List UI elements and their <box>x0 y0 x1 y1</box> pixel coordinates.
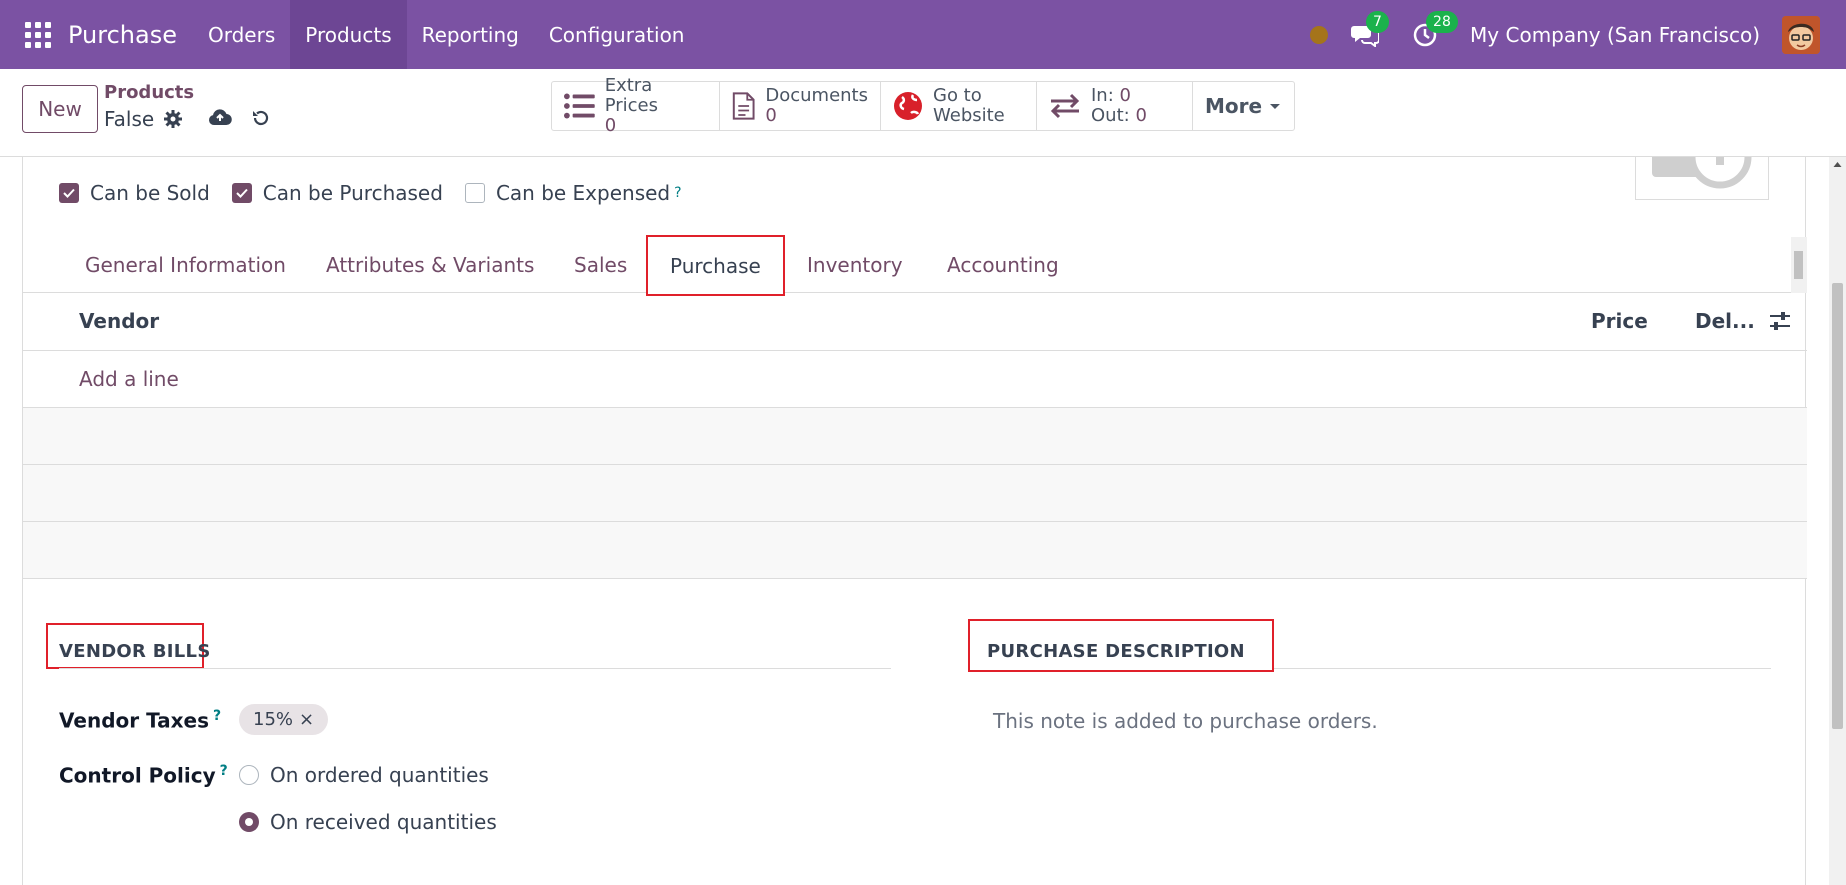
smart-buttons: Extra Prices 0 Documents 0 Go to Website In… <box>551 76 1295 136</box>
menu-configuration[interactable]: Configuration <box>534 0 700 69</box>
policy-ordered-label: On ordered quantities <box>270 763 489 787</box>
column-price[interactable]: Price <box>1591 309 1648 333</box>
vendor-tax-tag: 15% × <box>239 704 329 735</box>
can-be-sold-label: Can be Sold <box>90 181 210 205</box>
form-sheet: Can be Sold Can be Purchased Can be Expe… <box>22 157 1807 885</box>
extra-prices-label: Extra Prices <box>604 75 659 116</box>
extra-prices-button[interactable]: Extra Prices 0 <box>552 76 720 136</box>
table-row <box>23 522 1807 579</box>
product-options: Can be Sold Can be Purchased Can be Expe… <box>59 181 704 205</box>
tax-tag-label: 15% <box>253 709 294 730</box>
camera-placeholder-icon <box>1652 157 1752 189</box>
can-be-expensed-label: Can be Expensed <box>495 181 671 205</box>
can-be-sold-checkbox[interactable]: Can be Sold <box>59 181 210 205</box>
table-header: Vendor Price Del... <box>23 293 1807 351</box>
extra-prices-count: 0 <box>604 115 617 136</box>
tab-inventory[interactable]: Inventory <box>807 237 903 293</box>
policy-received-label: On received quantities <box>270 810 497 834</box>
in-out-moves-button[interactable]: In: 0 Out: 0 <box>1037 82 1193 130</box>
website-label-line1: Go to <box>933 85 982 106</box>
can-be-purchased-checkbox[interactable]: Can be Purchased <box>231 181 443 205</box>
more-button[interactable]: More <box>1193 82 1294 130</box>
divider <box>59 668 891 669</box>
website-label-line2: Website <box>933 105 1005 126</box>
vendor-pricelist-table: Vendor Price Del... Add a line <box>23 293 1807 579</box>
presence-status-icon[interactable] <box>1310 25 1329 44</box>
help-tooltip-icon[interactable]: ? <box>213 708 221 724</box>
remove-tag-icon[interactable]: × <box>299 709 314 730</box>
divider <box>1274 668 1771 669</box>
discard-icon[interactable] <box>251 108 271 128</box>
apps-grid-icon[interactable] <box>23 20 53 50</box>
product-image[interactable] <box>1635 157 1769 200</box>
tab-accounting[interactable]: Accounting <box>947 237 1059 293</box>
vendor-taxes-label: Vendor Taxes? <box>59 708 222 733</box>
table-row <box>23 408 1807 465</box>
policy-ordered-radio[interactable]: On ordered quantities <box>239 763 489 787</box>
company-switcher[interactable]: My Company (San Francisco) <box>1470 23 1760 47</box>
menu-reporting[interactable]: Reporting <box>407 0 534 69</box>
cloud-save-icon[interactable] <box>208 108 232 128</box>
tab-attributes-variants[interactable]: Attributes & Variants <box>326 237 534 293</box>
purchase-description-field[interactable]: This note is added to purchase orders. <box>993 709 1378 733</box>
notebook-tabs <box>23 237 1807 293</box>
tab-sales[interactable]: Sales <box>574 237 627 293</box>
activities-button[interactable]: 28 <box>1410 10 1458 50</box>
tab-general-information[interactable]: General Information <box>85 237 286 293</box>
control-policy-label: Control Policy? <box>59 763 228 788</box>
go-to-website-button[interactable]: Go to Website <box>881 82 1037 130</box>
tab-purchase[interactable]: Purchase <box>646 235 785 296</box>
tabs-scrollbar[interactable] <box>1791 237 1807 293</box>
column-delivery[interactable]: Del... <box>1695 309 1755 333</box>
documents-button[interactable]: Documents 0 <box>720 82 881 130</box>
globe-icon <box>894 92 922 120</box>
new-button[interactable]: New <box>22 85 98 133</box>
control-panel: New Products False Extra Prices 0 Documen… <box>0 69 1846 157</box>
scroll-up-arrow-icon[interactable] <box>1829 159 1846 171</box>
table-row: Add a line <box>23 351 1807 408</box>
in-count: 0 <box>1119 85 1131 106</box>
column-vendor[interactable]: Vendor <box>79 309 159 333</box>
messages-button[interactable]: 7 <box>1350 10 1389 50</box>
exchange-arrows-icon <box>1050 93 1080 119</box>
user-avatar[interactable] <box>1782 15 1820 54</box>
purchase-description-title: PURCHASE DESCRIPTION <box>987 641 1245 662</box>
checkbox-unchecked-icon <box>464 183 485 203</box>
list-icon <box>564 93 595 119</box>
out-count: 0 <box>1135 105 1147 126</box>
gear-icon[interactable] <box>163 109 183 129</box>
optional-columns-icon[interactable] <box>1769 311 1791 331</box>
in-label: In: <box>1091 85 1114 106</box>
documents-count: 0 <box>765 105 777 126</box>
breadcrumb-products[interactable]: Products <box>104 82 194 103</box>
top-navbar: Purchase Orders Products Reporting Confi… <box>0 0 1846 69</box>
radio-unselected-icon <box>239 765 259 785</box>
add-a-line-button[interactable]: Add a line <box>79 367 179 391</box>
vendor-bills-title: VENDOR BILLS <box>59 641 211 662</box>
policy-received-radio[interactable]: On received quantities <box>239 810 497 834</box>
documents-label: Documents <box>765 85 868 106</box>
radio-selected-icon <box>239 812 259 832</box>
activities-count-badge: 28 <box>1426 10 1458 33</box>
out-label: Out: <box>1091 105 1130 126</box>
help-tooltip-icon[interactable]: ? <box>220 763 228 779</box>
page-scrollbar[interactable] <box>1829 157 1846 885</box>
breadcrumb-current-record: False <box>104 107 155 131</box>
can-be-purchased-label: Can be Purchased <box>262 181 443 205</box>
table-row <box>23 465 1807 522</box>
messages-count-badge: 7 <box>1366 10 1389 33</box>
checkbox-checked-icon <box>231 183 252 203</box>
can-be-expensed-checkbox[interactable]: Can be Expensed? <box>464 181 682 205</box>
menu-orders[interactable]: Orders <box>193 0 290 69</box>
help-tooltip-icon[interactable]: ? <box>674 185 681 201</box>
checkbox-checked-icon <box>59 183 79 203</box>
more-label: More <box>1205 94 1263 118</box>
caret-down-icon <box>1270 104 1281 109</box>
document-icon <box>732 92 755 120</box>
menu-products[interactable]: Products <box>290 0 407 69</box>
app-title[interactable]: Purchase <box>68 21 177 49</box>
